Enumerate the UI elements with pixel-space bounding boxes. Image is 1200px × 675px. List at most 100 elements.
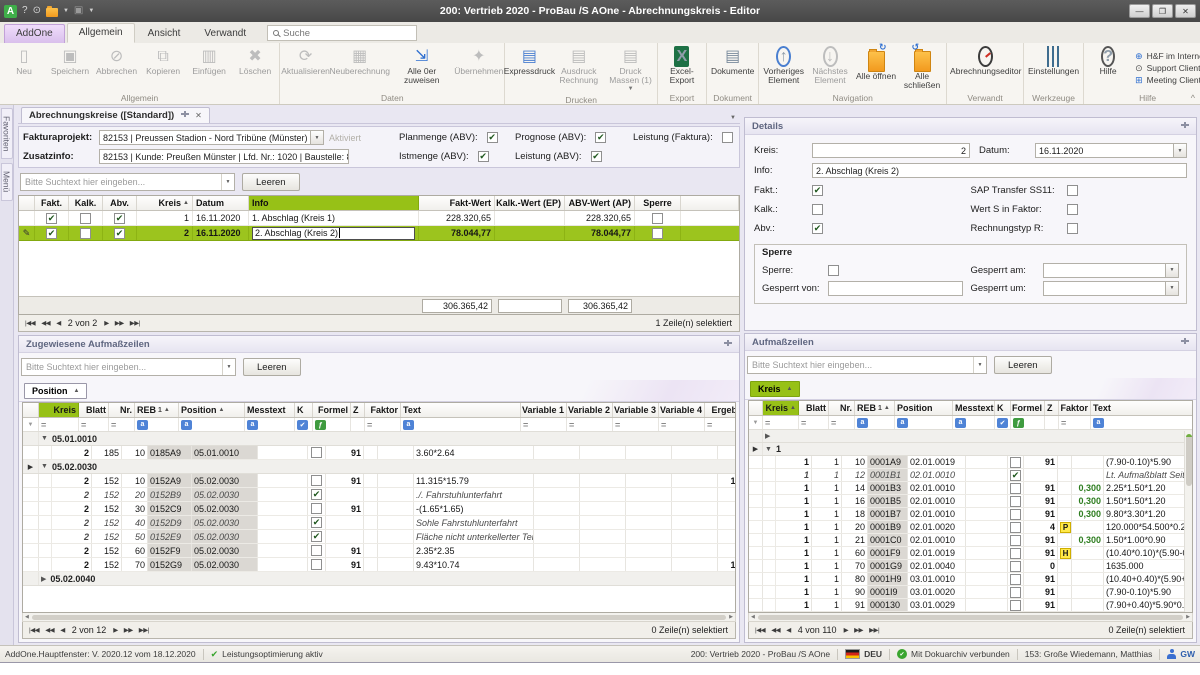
filter-cell-nr[interactable]: = <box>109 418 135 431</box>
row-checkbox[interactable] <box>311 559 322 570</box>
kalk-checkbox[interactable] <box>812 204 823 215</box>
row-checkbox[interactable] <box>1010 574 1021 585</box>
next-page-button[interactable]: ▶ <box>101 319 112 327</box>
filter-row-indicator-icon[interactable]: ▼ <box>23 418 39 431</box>
column-header-text[interactable]: Text <box>401 403 521 417</box>
column-header-nr[interactable]: Nr. <box>109 403 135 417</box>
column-header-ergebnis[interactable]: Ergebnis <box>705 403 736 417</box>
tab-verwandt[interactable]: Verwandt <box>193 25 257 43</box>
column-header-text[interactable]: Text <box>1091 401 1193 415</box>
neu-button[interactable]: ▯Neu <box>1 44 47 92</box>
column-header-reb[interactable]: REB1▲ <box>855 401 895 415</box>
close-tab-icon[interactable]: ✕ <box>195 111 202 120</box>
ausdruck-rechnung-button[interactable]: ▤Ausdruck Rechnung <box>552 44 605 94</box>
row-checkbox[interactable] <box>1010 587 1021 598</box>
column-header-var4[interactable]: Variable 4 <box>659 403 705 417</box>
alle-0er-zuweisen-button[interactable]: ⇲Alle 0er zuweisen <box>389 44 454 92</box>
filter-cell-kreis[interactable]: = <box>763 416 799 429</box>
table-row[interactable]: 2185100185A905.01.0010913.60*2.649,504 <box>23 446 735 460</box>
filter-cell-z[interactable] <box>351 418 365 431</box>
excel-export-button[interactable]: XExcel-Export <box>659 44 705 92</box>
row-checkbox[interactable] <box>1010 470 1021 481</box>
chevron-down-icon[interactable]: ▼ <box>222 359 235 375</box>
row-checkbox[interactable] <box>1010 483 1021 494</box>
abv-checkbox[interactable] <box>812 223 823 234</box>
filter-cell-messtext[interactable]: a <box>953 416 995 429</box>
first-page-button[interactable]: |◀◀ <box>26 626 42 634</box>
table-row[interactable]: 11210001C002.01.0010910,3001.50*1.00*0.9… <box>749 534 1192 547</box>
close-window-button[interactable]: ✕ <box>1175 4 1196 18</box>
kalk-checkbox[interactable] <box>80 228 91 239</box>
row-checkbox[interactable] <box>1010 522 1021 533</box>
first-page-button[interactable]: |◀◀ <box>22 319 38 327</box>
row-checkbox[interactable] <box>311 503 322 514</box>
chevron-down-icon[interactable]: ▼ <box>221 174 234 190</box>
group-row[interactable]: ▶▼1 <box>749 443 1192 456</box>
folder-dropdown-icon[interactable]: ▼ <box>63 8 69 14</box>
fakturaprojekt-field[interactable]: 82153 | Preussen Stadion - Nord Tribüne … <box>99 130 311 145</box>
row-checkbox[interactable] <box>311 475 322 486</box>
column-header-var2[interactable]: Variable 2 <box>567 403 613 417</box>
table-row[interactable]: 11900001I903.01.002091(7.90-0.10)*5.90 <box>749 586 1192 599</box>
row-checkbox[interactable] <box>311 447 322 458</box>
row-checkbox[interactable] <box>1010 561 1021 572</box>
aktualisieren-button[interactable]: ⟳Aktualisieren <box>281 44 330 92</box>
column-header-z[interactable]: Z <box>351 403 365 417</box>
table-row[interactable]: 119100013003.01.002991(7.90+0.40)*5.90*0… <box>749 599 1192 612</box>
alle-schließen-button[interactable]: Alle schließen <box>899 44 945 92</box>
filter-cell-nr[interactable]: = <box>829 416 855 429</box>
scroll-left-icon[interactable]: ◀ <box>749 614 757 620</box>
row-checkbox[interactable] <box>1010 613 1021 614</box>
table-row[interactable]: 11600001F902.01.001991H(10.40*0.10)*(5.9… <box>749 547 1192 560</box>
scroll-left-icon[interactable]: ◀ <box>23 614 31 620</box>
next-page-button[interactable]: ▶ <box>841 626 852 634</box>
ribbon-search-input[interactable]: Suche <box>267 25 417 41</box>
kreis-field[interactable]: 2 <box>812 143 970 158</box>
nächstes-element-button[interactable]: ↓Nächstes Element <box>807 44 853 92</box>
filter-cell-z[interactable] <box>1045 416 1059 429</box>
datum-dropdown-icon[interactable]: ▼ <box>1174 143 1187 158</box>
leistung-faktura-checkbox[interactable] <box>722 132 733 143</box>
tab-addone[interactable]: AddOne <box>4 24 65 43</box>
filter-cell-k[interactable]: ✔ <box>995 416 1011 429</box>
horizontal-scrollbar[interactable]: ◀▶ <box>748 613 1193 622</box>
column-header-position[interactable]: Position <box>895 401 953 415</box>
row-checkbox[interactable] <box>1010 535 1021 546</box>
table-row[interactable]: 11120001B102.01.0010Lt. Aufmaßblatt Seit… <box>749 469 1192 482</box>
column-header-kreis[interactable]: Kreis▲ <box>137 196 193 210</box>
filter-cell-formel[interactable]: ƒ <box>313 418 351 431</box>
filter-cell-var4[interactable]: = <box>659 418 705 431</box>
table-row-selected[interactable]: ✎ 2 16.11.2020 2. Abschlag (Kreis 2) 78.… <box>19 226 739 241</box>
column-header-nr[interactable]: Nr. <box>829 401 855 415</box>
sperre-checkbox[interactable] <box>652 228 663 239</box>
ribbon-collapse-icon[interactable]: ^ <box>1191 93 1195 103</box>
clear-search-button[interactable]: Leeren <box>243 358 301 376</box>
next-fast-button[interactable]: ▶▶ <box>112 319 127 327</box>
scrollbar-thumb[interactable] <box>1186 434 1192 486</box>
neuberechnung-button[interactable]: ▦Neuberechnung <box>330 44 389 92</box>
prev-fast-button[interactable]: ◀◀ <box>42 626 57 634</box>
planmenge-checkbox[interactable] <box>487 132 498 143</box>
language-indicator[interactable]: DEU <box>845 649 882 659</box>
group-row[interactable]: ▶▼05.02.0030 <box>23 460 735 474</box>
last-page-button[interactable]: ▶▶| <box>866 626 882 634</box>
table-row[interactable]: 2152500152E905.02.0030Fläche nicht unter… <box>23 530 735 544</box>
table-row[interactable]: 11800001H903.01.001091(10.40+0.40)*(5.90… <box>749 573 1192 586</box>
table-row[interactable]: 119200013103.01.002991(10.40+0.40)*(5.90… <box>749 612 1192 613</box>
column-header-var1[interactable]: Variable 1 <box>521 403 567 417</box>
column-header-blatt[interactable]: Blatt <box>799 401 829 415</box>
filter-cell-var3[interactable]: = <box>613 418 659 431</box>
sap-transfer-checkbox[interactable] <box>1067 185 1078 196</box>
übernehmen-button[interactable]: ✦Übernehmen <box>454 44 503 92</box>
next-fast-button[interactable]: ▶▶ <box>851 626 866 634</box>
next-page-button[interactable]: ▶ <box>110 626 121 634</box>
info-field[interactable]: 2. Abschlag (Kreis 2) <box>812 163 1187 178</box>
column-header-kreis[interactable]: Kreis▲ <box>763 401 799 415</box>
filter-cell-kreis[interactable]: = <box>39 418 79 431</box>
info-edit-input[interactable]: 2. Abschlag (Kreis 2) <box>252 227 415 240</box>
filter-cell-text[interactable]: a <box>401 418 521 431</box>
einfügen-button[interactable]: ▥Einfügen <box>186 44 232 92</box>
expand-group-icon[interactable]: ▶ <box>765 432 770 440</box>
last-page-button[interactable]: ▶▶| <box>136 626 152 634</box>
prev-fast-button[interactable]: ◀◀ <box>38 319 53 327</box>
